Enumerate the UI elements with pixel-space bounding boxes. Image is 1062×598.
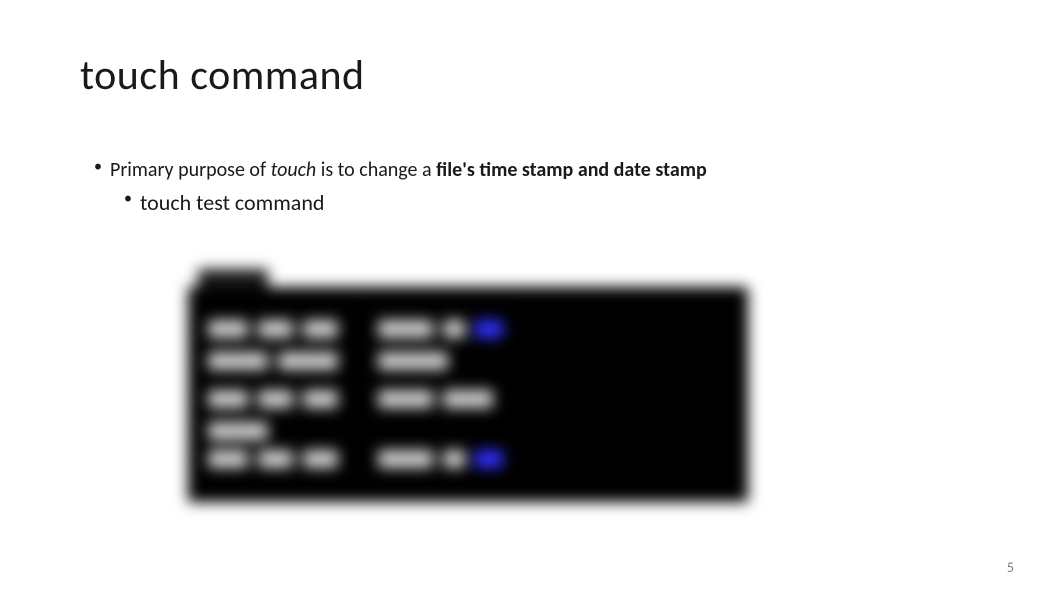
slide-title: touch command [80, 50, 982, 101]
terminal-body [188, 287, 748, 502]
slide-container: touch command Primary purpose of touch i… [0, 0, 1062, 598]
terminal-row [208, 447, 503, 471]
terminal-row [208, 387, 493, 411]
terminal-titlebar [198, 269, 268, 287]
terminal-row [208, 419, 268, 443]
bullet-primary-purpose: Primary purpose of touch is to change a … [88, 156, 982, 184]
slide-content: Primary purpose of touch is to change a … [80, 156, 982, 509]
page-number: 5 [1007, 559, 1014, 576]
bullet1-text-prefix: Primary purpose of [110, 158, 271, 182]
terminal-row [208, 349, 448, 373]
bullet1-text-italic: touch [271, 158, 317, 182]
terminal-screenshot [188, 269, 758, 509]
bullet1-text-bold: file's time stamp and date stamp [436, 158, 707, 182]
terminal-row [208, 317, 503, 341]
bullet1-text-middle: is to change a [316, 158, 436, 182]
bullet-touch-test: touch test command [118, 188, 982, 219]
